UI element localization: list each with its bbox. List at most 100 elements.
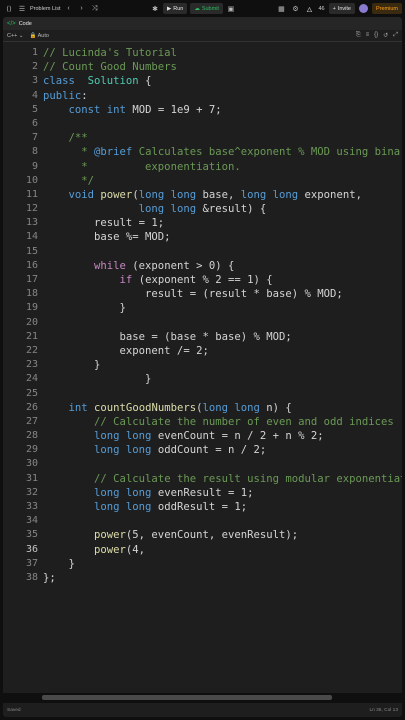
code-line[interactable]: long long &result) { bbox=[43, 202, 402, 216]
line-number: 2 bbox=[31, 61, 38, 73]
line-number-gutter: 1 2 3 4 5 6 7 8 9 10 11 12 13 14 15 16 17 18 19 20 21 22 23 24 2… bbox=[3, 46, 41, 585]
line-number: 7 bbox=[31, 132, 38, 144]
code-content[interactable]: // Lucinda's Tutorial // Count Good Numbe… bbox=[43, 46, 402, 585]
code-line[interactable]: result = 1; bbox=[43, 216, 402, 230]
code-token: evenCount = n / 2 + n % 2; bbox=[151, 430, 324, 443]
code-token: long long bbox=[94, 501, 152, 513]
code-line[interactable]: */ bbox=[43, 174, 402, 188]
code-line[interactable] bbox=[43, 245, 402, 259]
code-line[interactable]: void power(long long base, long long exp… bbox=[43, 188, 402, 202]
code-token: oddCount = n / 2; bbox=[151, 444, 267, 457]
line-number: 24 bbox=[25, 373, 38, 385]
horizontal-scrollbar[interactable] bbox=[42, 695, 332, 700]
code-token: evenResult = 1; bbox=[151, 486, 254, 499]
code-line[interactable]: long long oddResult = 1; bbox=[43, 500, 402, 514]
shuffle-icon[interactable]: ⤨ bbox=[90, 4, 100, 14]
code-token: // Calculate the number of even and odd … bbox=[94, 415, 394, 428]
fullscreen-icon[interactable]: ⤢ bbox=[393, 32, 398, 39]
submit-button[interactable]: ☁ Submit bbox=[190, 3, 223, 14]
code-line[interactable]: } bbox=[43, 372, 402, 386]
problem-list-link[interactable]: Problem List bbox=[30, 6, 61, 12]
debug-icon[interactable]: ✱ bbox=[150, 4, 160, 14]
code-line[interactable]: long long evenResult = 1; bbox=[43, 486, 402, 500]
layout-icon[interactable]: ▦ bbox=[276, 4, 286, 14]
code-line[interactable] bbox=[43, 514, 402, 528]
editor-toolbar: C++ ⌄ 🔒 Auto ⎘ ≡ {} ↺ ⤢ bbox=[3, 30, 402, 42]
settings-icon[interactable]: ⚙ bbox=[290, 4, 300, 14]
reset-icon[interactable]: ↺ bbox=[383, 32, 388, 39]
logo-icon[interactable]: ⟨⟩ bbox=[4, 4, 14, 14]
code-line[interactable]: * @brief Calculates base^exponent % MOD … bbox=[43, 145, 402, 159]
next-problem-icon[interactable]: › bbox=[77, 4, 87, 14]
code-line[interactable]: } bbox=[43, 301, 402, 315]
fire-icon: 🜂 bbox=[306, 6, 313, 14]
line-number: 26 bbox=[25, 401, 38, 413]
run-label: Run bbox=[173, 5, 184, 12]
avatar[interactable] bbox=[358, 4, 368, 13]
line-number: 17 bbox=[25, 274, 38, 285]
line-number: 18 bbox=[25, 288, 38, 300]
prev-problem-icon[interactable]: ‹ bbox=[64, 4, 74, 14]
top-navigation-bar: ⟨⟩ ☰ Problem List ‹ › ⤨ ✱ ▶ Run ☁ Submit… bbox=[0, 0, 405, 17]
code-editor[interactable]: 1 2 3 4 5 6 7 8 9 10 11 12 13 14 15 16 17 18 19 20 21 22 23 24 2… bbox=[3, 42, 402, 693]
premium-button[interactable]: Premium bbox=[371, 3, 402, 14]
language-select[interactable]: C++ ⌄ bbox=[7, 33, 24, 39]
format-icon[interactable]: ≡ bbox=[366, 32, 370, 39]
code-line[interactable]: } bbox=[43, 358, 402, 372]
code-line[interactable]: long long evenCount = n / 2 + n % 2; bbox=[43, 429, 402, 443]
code-line[interactable]: int countGoodNumbers(long long n) { bbox=[43, 401, 402, 415]
line-number: 34 bbox=[25, 515, 38, 527]
code-line[interactable] bbox=[43, 457, 402, 471]
line-number: 35 bbox=[25, 529, 38, 541]
code-line[interactable]: while (exponent > 0) { bbox=[43, 259, 402, 273]
code-token: long long bbox=[202, 401, 260, 414]
code-line[interactable] bbox=[43, 316, 402, 330]
code-line[interactable]: long long oddCount = n / 2; bbox=[43, 443, 402, 457]
code-line[interactable]: result = (result * base) % MOD; bbox=[43, 287, 402, 301]
code-token: result = 1; bbox=[43, 217, 165, 230]
invite-button[interactable]: + Invite bbox=[328, 3, 355, 14]
code-token: : bbox=[81, 89, 88, 102]
code-line[interactable]: public: bbox=[43, 89, 402, 103]
code-line[interactable]: exponent /= 2; bbox=[43, 344, 402, 358]
problem-list-icon[interactable]: ☰ bbox=[17, 4, 27, 14]
code-line[interactable]: base = (base * base) % MOD; bbox=[43, 330, 402, 344]
code-line[interactable]: /** bbox=[43, 131, 402, 145]
bookmark-icon[interactable]: ⎘ bbox=[356, 32, 361, 39]
run-button[interactable]: ▶ Run bbox=[163, 3, 188, 14]
code-token: result = (result * base) % MOD; bbox=[43, 288, 343, 301]
code-line[interactable]: }; bbox=[43, 571, 402, 585]
code-icon: </> bbox=[7, 20, 16, 27]
notes-icon[interactable]: ▣ bbox=[226, 4, 236, 14]
code-line[interactable]: const int MOD = 1e9 + 7; bbox=[43, 103, 402, 117]
code-line[interactable]: // Count Good Numbers bbox=[43, 60, 402, 74]
code-token: } bbox=[43, 373, 152, 386]
line-number: 22 bbox=[25, 344, 38, 356]
code-line[interactable]: // Calculate the number of even and odd … bbox=[43, 415, 402, 429]
code-line[interactable]: power(4, bbox=[43, 543, 402, 557]
auto-mode-toggle[interactable]: 🔒 Auto bbox=[30, 33, 49, 39]
code-line[interactable] bbox=[43, 117, 402, 131]
line-number: 15 bbox=[25, 245, 38, 257]
braces-icon[interactable]: {} bbox=[374, 32, 378, 39]
code-line[interactable]: * exponentiation. bbox=[43, 160, 402, 174]
code-line[interactable]: } bbox=[43, 557, 402, 571]
code-line[interactable]: power(5, evenCount, evenResult); bbox=[43, 528, 402, 542]
code-line[interactable]: // Calculate the result using modular ex… bbox=[43, 472, 402, 486]
code-token: (4, bbox=[125, 543, 146, 556]
code-line[interactable]: class Solution { bbox=[43, 74, 402, 88]
code-line[interactable]: base %= MOD; bbox=[43, 230, 402, 244]
code-line[interactable] bbox=[43, 387, 402, 401]
code-line[interactable]: if (exponent % 2 == 1) { bbox=[43, 273, 402, 287]
code-line[interactable]: // Lucinda's Tutorial bbox=[43, 46, 402, 60]
